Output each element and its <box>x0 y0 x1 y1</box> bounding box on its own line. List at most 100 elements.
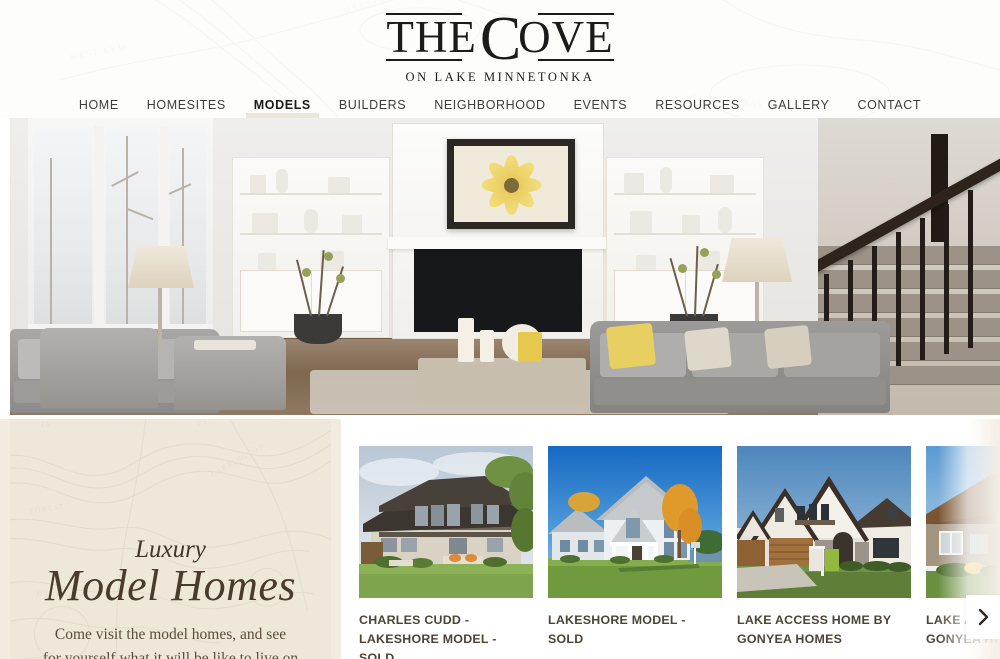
hero-plant-leaf <box>712 270 721 279</box>
nav-item-homesites[interactable]: HOMESITES <box>133 96 240 118</box>
model-card-image[interactable] <box>926 446 1000 598</box>
craftsman-home-illustration <box>926 446 1000 598</box>
hero-shelf-object <box>276 168 288 193</box>
nav-item-contact[interactable]: CONTACT <box>843 96 935 118</box>
svg-text:25: 25 <box>197 419 207 426</box>
hero-shelf-object <box>682 214 700 233</box>
hero-lamp-shade-right <box>722 238 792 282</box>
hero-side-table-left <box>194 340 256 350</box>
hero-artwork-frame <box>447 138 575 229</box>
nav-item-builders[interactable]: BUILDERS <box>325 96 420 118</box>
hero-accent-pillow-yellow <box>605 322 657 370</box>
model-card-image[interactable] <box>737 446 911 598</box>
hero-builtin-left <box>232 156 390 338</box>
intro-panel: 26 25 CARRINGTON FOREST HARRINGTON 21 Lu… <box>0 419 341 659</box>
hero-plant-leaf <box>336 274 345 283</box>
carousel-track: CHARLES CUDD - LAKESHORE MODEL - SOLD LA… <box>359 446 1000 659</box>
logo-rule-top-right <box>537 13 614 15</box>
hero-stair-baluster <box>944 204 949 354</box>
hero-sofa-seat <box>594 379 886 405</box>
hero-shelf-object <box>718 206 732 233</box>
carousel-next-button[interactable] <box>966 595 1000 639</box>
hero-artwork-canvas <box>454 145 568 222</box>
intro-body-line-1: Come visit the model homes, and see <box>54 626 287 644</box>
hero-flower-center <box>504 178 519 194</box>
model-card-image[interactable] <box>359 446 533 598</box>
logo-ove: OVE <box>518 12 614 62</box>
nav-item-resources[interactable]: RESOURCES <box>641 96 754 118</box>
models-carousel[interactable]: CHARLES CUDD - LAKESHORE MODEL - SOLD LA… <box>341 419 1000 659</box>
svg-text:26: 26 <box>41 420 51 429</box>
model-card-image[interactable] <box>548 446 722 598</box>
logo-wordmark: THECOVE <box>386 8 614 70</box>
hero-window-1 <box>34 128 92 326</box>
model-card[interactable]: CHARLES CUDD - LAKESHORE MODEL - SOLD <box>359 446 533 659</box>
hero-tree-trunk-3 <box>50 158 52 324</box>
site-logo[interactable]: THECOVE ON LAKE MINNETONKA <box>0 8 1000 85</box>
hero-planter-left <box>294 314 342 344</box>
nav-item-events[interactable]: EVENTS <box>560 96 642 118</box>
intro-eyebrow: Luxury <box>135 536 206 563</box>
hero-stair-baluster <box>968 190 973 348</box>
hero-image <box>10 118 1000 415</box>
hero-shelf-object <box>624 172 644 193</box>
hero-firebox <box>414 248 582 332</box>
hero-stair-baluster <box>896 232 901 366</box>
hero-shelf-object <box>328 176 350 193</box>
nav-item-models[interactable]: MODELS <box>240 96 325 118</box>
logo-the: THE <box>386 12 477 62</box>
hero-plant-leaf <box>302 268 311 277</box>
hero-coffee-table <box>418 358 586 404</box>
hero-shelf-line <box>614 232 756 235</box>
hero-shelf-object <box>304 208 318 233</box>
model-card[interactable]: LAKE ACCESS HOME BY GONYEA HOMES Take ac… <box>737 446 911 659</box>
hero-plant-leaf <box>678 264 687 273</box>
hero-tree-trunk-1 <box>126 136 128 324</box>
models-section: 26 25 CARRINGTON FOREST HARRINGTON 21 Lu… <box>0 415 1000 659</box>
intro-heading: Model Homes <box>44 561 297 610</box>
hero-window-3 <box>170 128 206 326</box>
hero-lamp-shade-left <box>128 246 194 288</box>
hero-shelf-line <box>240 192 382 195</box>
intro-panel-inner: 26 25 CARRINGTON FOREST HARRINGTON 21 Lu… <box>10 419 331 659</box>
logo-rule-bottom-left <box>386 59 463 62</box>
model-card[interactable]: LAKESHORE MODEL - SOLD Charles Cudd has … <box>548 446 722 659</box>
hero-shelf-object <box>710 174 734 193</box>
hero-shelf-object <box>252 212 278 233</box>
hero-tree-trunk-2 <box>182 148 184 324</box>
hero-shelf-line <box>240 232 382 235</box>
hero-shelf-object <box>250 174 266 193</box>
logo-rule-top-left <box>386 13 463 15</box>
intro-copy: Luxury Model Homes Come visit the model … <box>10 537 331 659</box>
hero-shelf-object <box>630 210 652 233</box>
chevron-right-icon <box>978 608 988 626</box>
intro-body-line-2: for yourself what it will be like to liv… <box>42 649 299 659</box>
hero-window-mullion-1 <box>94 126 104 328</box>
lake-access-home-illustration <box>737 446 911 598</box>
hero-shelf-object <box>660 166 672 193</box>
logo-big-c: C <box>479 5 523 73</box>
primary-navigation: HOME HOMESITES MODELS BUILDERS NEIGHBORH… <box>0 96 1000 118</box>
hero-candle <box>458 318 474 362</box>
nav-item-gallery[interactable]: GALLERY <box>754 96 844 118</box>
hero-accent-pillow-stripe <box>764 324 812 370</box>
model-card-title[interactable]: LAKE ACCESS HOME BY GONYEA HOMES <box>737 611 911 649</box>
logo-rule-bottom-right <box>537 59 614 62</box>
hero-plant-leaf <box>324 252 333 261</box>
hero-table-vase <box>518 332 542 362</box>
lakeshore-home-illustration <box>548 446 722 598</box>
site-header: HALSTEDS BAY CARMAN BAY WEST ARM THECOVE… <box>0 0 1000 118</box>
nav-item-home[interactable]: HOME <box>65 96 133 118</box>
logo-lockup: THECOVE <box>386 8 614 70</box>
intro-body: Come visit the model homes, and see for … <box>20 623 321 659</box>
hero-mantel <box>388 236 608 249</box>
hero-shelf-object <box>342 214 362 233</box>
hero-lamp-stem-left <box>158 288 162 346</box>
hero-stair-baluster <box>920 218 925 360</box>
nav-item-neighborhood[interactable]: NEIGHBORHOOD <box>420 96 559 118</box>
model-card-title[interactable]: CHARLES CUDD - LAKESHORE MODEL - SOLD <box>359 611 533 659</box>
hero-accent-pillow-cream <box>684 326 732 372</box>
hero-armchair-1 <box>40 328 158 408</box>
model-card-title[interactable]: LAKESHORE MODEL - SOLD <box>548 611 722 649</box>
hero-window-2 <box>106 128 158 326</box>
